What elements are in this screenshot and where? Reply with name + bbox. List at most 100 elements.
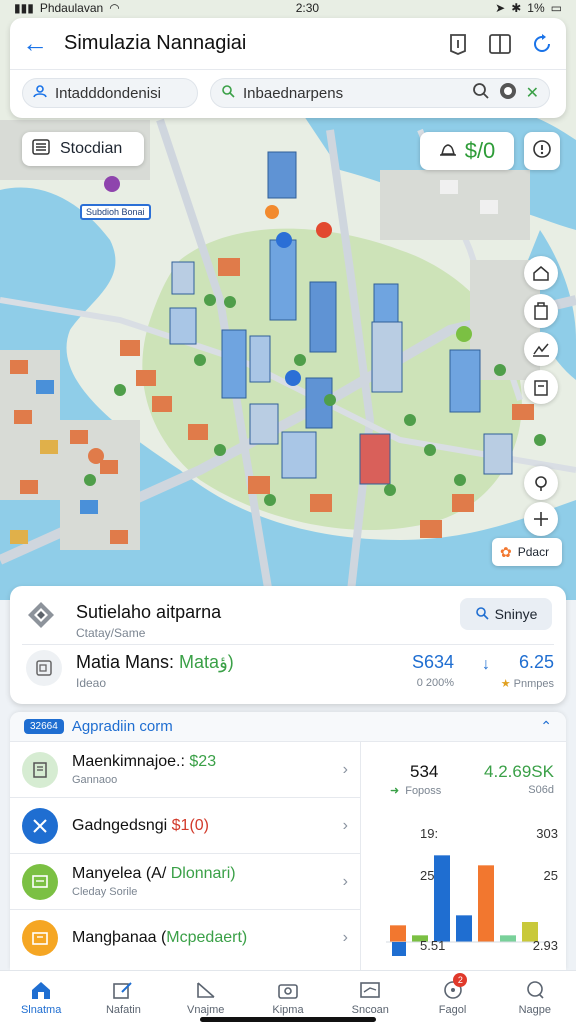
flower-icon: ✿ bbox=[500, 543, 512, 560]
chart-bar-c bbox=[434, 855, 450, 942]
item-title-accent: Mcpedaert) bbox=[166, 929, 248, 946]
nav-item-notifications[interactable]: 2 Fagol bbox=[411, 971, 493, 1024]
split-view-icon[interactable] bbox=[488, 32, 512, 56]
stat-a-label: Foposs bbox=[405, 785, 442, 797]
signal-icon: ▮▮▮ bbox=[14, 1, 34, 15]
item-subtitle: Gannaoo bbox=[72, 774, 118, 786]
app-title: Simulazia Nannagiai bbox=[64, 32, 247, 54]
list-item[interactable]: Maenkimnajoe.: $23 Gannaoo › bbox=[10, 742, 360, 798]
back-arrow-icon[interactable]: ← bbox=[22, 28, 54, 59]
up-arrow-icon: ➜ bbox=[390, 785, 400, 797]
item-title-accent: Dlonnari) bbox=[170, 865, 236, 882]
metric-subtitle: Ideao bbox=[76, 676, 107, 690]
summary-button-label: Sninye bbox=[494, 606, 538, 622]
stat-secondary: 6.25 ★ Pnmpes bbox=[500, 652, 554, 690]
panel-title: Agpradiin corm bbox=[71, 718, 173, 735]
search-field-label: Inbaednarpens bbox=[243, 84, 344, 102]
down-arrow-icon: ↓ bbox=[482, 656, 490, 673]
list-icon bbox=[32, 138, 50, 160]
nav-item-home[interactable]: Slnatma bbox=[0, 971, 82, 1024]
item-title: Manyelea (A/ Dlonnari) bbox=[72, 865, 329, 883]
detail-panel: 32664 Agpradiin corm ⌃ Maenkimnajoe.: $2… bbox=[10, 712, 566, 970]
info-button[interactable] bbox=[524, 132, 560, 170]
notification-badge: 2 bbox=[453, 973, 468, 987]
stat-secondary-label-text: Pnmpes bbox=[513, 678, 554, 690]
pen-icon bbox=[196, 981, 215, 998]
chart-bar-a bbox=[390, 925, 406, 942]
map-action-chip[interactable]: ✿ Pdacr bbox=[492, 538, 562, 566]
camera-icon bbox=[278, 983, 298, 999]
chart-tick-label: 25 bbox=[420, 868, 434, 883]
bar-chart: 19: 303 25 25 5.51 2.93 bbox=[386, 826, 558, 956]
item-list: Maenkimnajoe.: $23 Gannaoo › Gadngedsngi… bbox=[10, 742, 360, 966]
search-button-icon bbox=[475, 606, 489, 623]
folder-icon bbox=[22, 920, 58, 956]
location-icon: ➤ bbox=[495, 1, 506, 15]
chart-bar-f bbox=[500, 935, 516, 942]
list-item[interactable]: Mangþanaa (Mcpedaert) › bbox=[10, 910, 360, 966]
status-bar: ▮▮▮ Phdaulavan ◠ 2:30 ➤ ✱ 1% ▭ bbox=[0, 0, 576, 16]
nav-label: Sncoan bbox=[351, 1003, 389, 1016]
chart-tick-label: 25 bbox=[544, 868, 558, 883]
item-title-main: Maenkimnajoe.: bbox=[72, 753, 190, 770]
item-title-main: Manyelea (A/ bbox=[72, 865, 171, 882]
carrier-label: Phdaulavan bbox=[39, 1, 104, 15]
divider bbox=[22, 644, 554, 645]
stats-column: 534 4.2.69SK ➜ Foposs S06d 19: 303 25 25 5.51… bbox=[370, 742, 566, 970]
info-icon[interactable] bbox=[446, 32, 470, 56]
chevron-up-icon[interactable]: ⌃ bbox=[540, 718, 552, 735]
metric-title-accent: Mataؤ) bbox=[179, 652, 234, 672]
chevron-right-icon: › bbox=[342, 929, 348, 946]
summary-search-button[interactable]: Sninye bbox=[460, 598, 552, 630]
panel-header[interactable]: 32664 Agpradiin corm ⌃ bbox=[10, 712, 566, 742]
bottom-navigation: Slnatma Nafatin Vnajme Kipma Sncoan 2 Fa… bbox=[0, 970, 576, 1024]
close-icon[interactable]: ✕ bbox=[526, 83, 539, 103]
chart-tick-label: 2.93 bbox=[533, 938, 558, 953]
search-map-icon[interactable] bbox=[524, 466, 558, 500]
summary-card: Sutielaho aitparna Ctatay/Same Sninye Ma… bbox=[10, 586, 566, 704]
stat-secondary-label: ★ Pnmpes bbox=[500, 677, 554, 690]
location-filter-label: Intadddondenisi bbox=[55, 84, 161, 102]
metric-icon bbox=[26, 650, 62, 686]
document-icon bbox=[22, 751, 58, 788]
place-label[interactable]: Subdioh Bonai bbox=[80, 204, 151, 220]
summary-subtitle: Ctatay/Same bbox=[76, 626, 146, 640]
item-title-accent: $1(0) bbox=[171, 816, 209, 834]
location-filter[interactable]: Intadddondenisi bbox=[22, 78, 198, 108]
chart-legend-marker bbox=[392, 942, 406, 956]
item-title: Mangþanaa (Mcpedaert) bbox=[72, 929, 329, 947]
nav-item-chat[interactable]: Nagpe bbox=[494, 971, 576, 1024]
metric-title-main: Matia Mans: bbox=[76, 652, 180, 672]
home-icon[interactable] bbox=[524, 256, 558, 290]
metric-title: Matia Mans: Mataؤ) bbox=[76, 652, 234, 673]
clock: 2:30 bbox=[295, 1, 320, 15]
item-title-main: Gadngedsngi bbox=[72, 816, 172, 834]
nav-label: Kipma bbox=[272, 1003, 304, 1016]
nav-item-edit[interactable]: Nafatin bbox=[82, 971, 164, 1024]
chart-icon[interactable] bbox=[524, 332, 558, 366]
item-title: Maenkimnajoe.: $23 bbox=[72, 753, 329, 771]
clipboard-icon[interactable] bbox=[524, 370, 558, 404]
search-icon[interactable] bbox=[472, 82, 490, 104]
chevron-right-icon: › bbox=[342, 760, 348, 778]
chat-icon bbox=[527, 980, 544, 999]
search-field[interactable]: Inbaednarpens ✕ bbox=[210, 78, 550, 108]
wifi-icon: ◠ bbox=[109, 1, 120, 15]
stats-numbers: 534 4.2.69SK bbox=[370, 762, 560, 782]
bell-icon bbox=[439, 138, 457, 164]
stat-b-label: S06d bbox=[528, 784, 554, 796]
screen-icon bbox=[22, 863, 58, 900]
building-icon[interactable] bbox=[524, 294, 558, 328]
list-item[interactable]: Gadngedsngi $1(0) › bbox=[10, 798, 360, 854]
refresh-icon[interactable] bbox=[530, 32, 554, 56]
list-item[interactable]: Manyelea (A/ Dlonnari) Cleday Sorile › bbox=[10, 854, 360, 910]
budget-card[interactable]: $/0 bbox=[420, 132, 514, 170]
stat-primary-value: S634 bbox=[411, 652, 454, 672]
compass-icon[interactable] bbox=[498, 81, 518, 105]
plus-icon[interactable] bbox=[524, 502, 558, 536]
nav-label: Vnajme bbox=[187, 1003, 225, 1016]
scenario-button[interactable]: Stocdian bbox=[22, 132, 144, 166]
stat-a-value: 534 bbox=[410, 762, 439, 781]
header-card: ← Simulazia Nannagiai Intadddondenisi In… bbox=[10, 18, 566, 118]
nav-label: Nagpe bbox=[518, 1003, 552, 1016]
